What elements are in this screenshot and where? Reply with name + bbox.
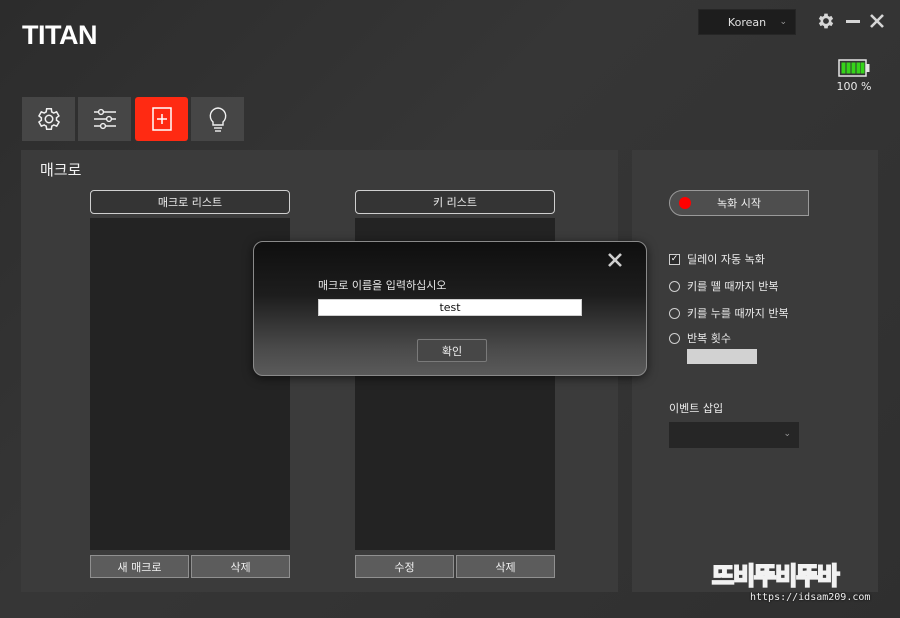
repeat-until-press-label: 키를 누를 때까지 반복 bbox=[687, 307, 789, 320]
macro-list-header: 매크로 리스트 bbox=[90, 190, 290, 214]
repeat-until-press-option[interactable]: 키를 누를 때까지 반복 bbox=[669, 305, 789, 321]
repeat-until-release-radio[interactable] bbox=[669, 280, 680, 292]
record-dot-icon bbox=[679, 197, 691, 209]
repeat-count-option[interactable]: 반복 횟수 bbox=[669, 330, 731, 346]
delete-key-button[interactable]: 삭제 bbox=[456, 555, 555, 578]
dialog-close-icon[interactable] bbox=[605, 250, 625, 270]
record-options-panel bbox=[632, 150, 878, 592]
delay-auto-record-checkbox[interactable]: ✓ bbox=[669, 253, 680, 265]
event-insert-label: 이벤트 삽입 bbox=[669, 402, 724, 415]
new-macro-button[interactable]: 새 매크로 bbox=[90, 555, 189, 578]
tab-macro[interactable] bbox=[135, 97, 188, 141]
tab-lighting[interactable] bbox=[191, 97, 244, 141]
delete-macro-button[interactable]: 삭제 bbox=[191, 555, 290, 578]
event-insert-select[interactable]: ⌄ bbox=[669, 422, 799, 448]
tab-settings[interactable] bbox=[22, 97, 75, 141]
bulb-icon bbox=[209, 107, 226, 132]
repeat-until-press-radio[interactable] bbox=[669, 307, 680, 319]
delay-auto-record-option[interactable]: ✓ 딜레이 자동 녹화 bbox=[669, 251, 765, 267]
repeat-until-release-label: 키를 뗄 때까지 반복 bbox=[687, 280, 779, 293]
edit-key-button[interactable]: 수정 bbox=[355, 555, 454, 578]
language-select[interactable]: Korean ⌄ bbox=[698, 9, 796, 35]
watermark-url: https://idsam209.com bbox=[750, 592, 871, 603]
repeat-until-release-option[interactable]: 키를 뗄 때까지 반복 bbox=[669, 278, 778, 294]
language-value: Korean bbox=[727, 15, 767, 29]
dialog-prompt: 매크로 이름을 입력하십시오 bbox=[318, 279, 447, 292]
macro-name-input[interactable] bbox=[318, 299, 582, 316]
app-logo: TITAN bbox=[22, 20, 97, 50]
close-icon[interactable] bbox=[866, 10, 888, 32]
watermark-logo: 뜨비뚜비뚜바 bbox=[711, 561, 840, 591]
key-list-header: 키 리스트 bbox=[355, 190, 555, 214]
confirm-button[interactable]: 확인 bbox=[417, 339, 487, 362]
gear-icon bbox=[37, 107, 60, 131]
minimize-icon[interactable] bbox=[842, 10, 864, 32]
delay-auto-record-label: 딜레이 자동 녹화 bbox=[687, 253, 765, 266]
record-start-button[interactable]: 녹화 시작 bbox=[669, 190, 809, 216]
battery-icon bbox=[838, 59, 870, 77]
repeat-count-radio[interactable] bbox=[669, 332, 680, 344]
sliders-icon bbox=[93, 108, 116, 130]
tab-adjust[interactable] bbox=[78, 97, 131, 141]
page-title: 매크로 bbox=[40, 161, 82, 179]
app-window: TITAN Korean ⌄ 100 % 매크로 매크로 리스트 새 매크로 삭… bbox=[0, 0, 900, 618]
settings-gear-icon[interactable] bbox=[815, 10, 837, 32]
battery-percent: 100 % bbox=[836, 80, 872, 93]
repeat-count-label: 반복 횟수 bbox=[687, 332, 731, 345]
repeat-count-input[interactable] bbox=[687, 349, 757, 364]
record-start-label: 녹화 시작 bbox=[717, 197, 761, 210]
macro-add-icon bbox=[151, 107, 172, 131]
chevron-down-icon: ⌄ bbox=[783, 429, 791, 439]
chevron-down-icon: ⌄ bbox=[779, 17, 787, 27]
